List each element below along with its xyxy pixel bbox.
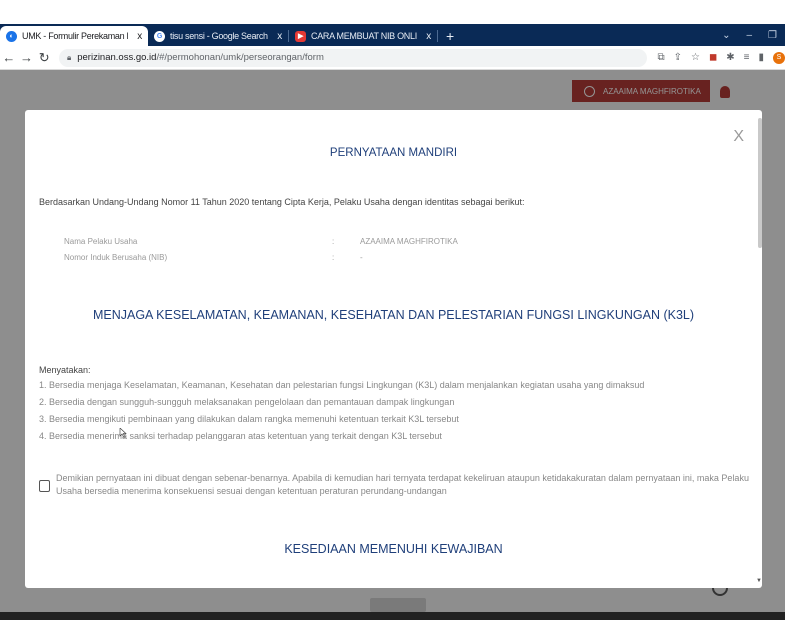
statement-item: 1. Bersedia menjaga Keselamatan, Keamana… [39, 380, 645, 390]
tab-label: tisu sensi - Google Search [170, 31, 268, 41]
section-title-k3l: MENJAGA KESELAMATAN, KEAMANAN, KESEHATAN… [92, 308, 695, 322]
background-button [370, 598, 426, 612]
identity-label: Nama Pelaku Usaha [64, 237, 138, 246]
tab-close-icon[interactable]: x [137, 31, 142, 42]
agreement-row: Demikian pernyataan ini dibuat dengan se… [39, 472, 749, 498]
identity-label: Nomor Induk Berusaha (NIB) [64, 253, 168, 262]
agreement-checkbox[interactable] [39, 480, 50, 492]
tab-search-icon[interactable]: ⌄ [722, 30, 730, 41]
identity-sep: : [332, 237, 335, 246]
top-strip [0, 0, 785, 24]
oss-favicon-icon: ◐ [6, 30, 17, 42]
intro-text: Berdasarkan Undang-Undang Nomor 11 Tahun… [39, 197, 525, 207]
reading-list-icon[interactable]: ≡ [744, 52, 750, 63]
maximize-icon[interactable]: ❐ [768, 30, 777, 41]
share-icon[interactable]: ⇪ [674, 52, 682, 63]
extensions-puzzle-icon[interactable]: ✱ [726, 52, 734, 63]
identity-value: - [360, 253, 363, 262]
statement-item: 2. Bersedia dengan sungguh-sungguh melak… [39, 397, 455, 407]
pernyataan-mandiri-modal: ▼ PERNYATAAN MANDIRI X Berdasarkan Undan… [25, 110, 762, 588]
identity-value: AZAAIMA MAGHFIROTIKA [360, 237, 458, 246]
address-bar[interactable]: 🔒︎ perizinan.oss.go.id /#/permohonan/umk… [58, 48, 648, 67]
close-icon[interactable]: X [733, 128, 744, 146]
bottom-strip [0, 612, 785, 620]
translate-icon[interactable]: ⧉ [657, 52, 664, 63]
url-path: /#/permohonan/umk/perseorangan/form [156, 52, 324, 63]
identity-row-name: Nama Pelaku Usaha : AZAAIMA MAGHFIROTIKA [64, 237, 458, 246]
forward-arrow-icon[interactable]: → [18, 50, 36, 65]
window-controls: ⌄ – ❐ [722, 30, 785, 46]
modal-scrollbar[interactable] [758, 118, 762, 248]
back-arrow-icon[interactable]: ← [0, 50, 18, 65]
identity-sep: : [332, 253, 335, 262]
lock-icon: 🔒︎ [66, 52, 72, 62]
agreement-text: Demikian pernyataan ini dibuat dengan se… [56, 473, 749, 496]
statement-item: 4. Bersedia menerima sanksi terhadap pel… [39, 431, 442, 441]
new-tab-button[interactable]: + [438, 28, 462, 46]
profile-avatar[interactable]: S [773, 51, 785, 64]
reload-icon[interactable]: ↻ [35, 50, 53, 66]
tab-google-search[interactable]: G tisu sensi - Google Search x [148, 26, 288, 46]
scroll-down-icon[interactable]: ▼ [756, 578, 762, 584]
statement-item: 3. Bersedia mengikuti pembinaan yang dil… [39, 414, 459, 424]
sidepanel-icon[interactable]: ▮ [759, 52, 765, 63]
url-host: perizinan.oss.go.id [77, 52, 157, 63]
tab-close-icon[interactable]: x [277, 31, 282, 42]
google-favicon-icon: G [154, 30, 165, 42]
declares-label: Menyatakan: [39, 365, 91, 375]
minimize-icon[interactable]: – [746, 30, 752, 41]
toolbar-icons: ⧉ ⇪ ☆ ◼ ✱ ≡ ▮ S [657, 51, 785, 64]
section-title-kewajiban: KESEDIAAN MEMENUHI KEWAJIBAN [284, 542, 503, 556]
tab-close-icon[interactable]: x [426, 31, 431, 42]
tab-umk-formulir[interactable]: ◐ UMK - Formulir Perekaman Pelaku x [0, 26, 148, 46]
browser-tab-bar: ◐ UMK - Formulir Perekaman Pelaku x G ti… [0, 24, 785, 46]
youtube-favicon-icon: ▶ [295, 30, 306, 42]
mouse-cursor-icon [119, 428, 127, 438]
tab-label: CARA MEMBUAT NIB ONLINE DI [311, 31, 417, 41]
tab-label: UMK - Formulir Perekaman Pelaku [22, 31, 128, 41]
identity-row-nib: Nomor Induk Berusaha (NIB) : - [64, 253, 363, 262]
modal-title: PERNYATAAN MANDIRI [329, 147, 458, 159]
bookmark-star-icon[interactable]: ☆ [691, 52, 700, 63]
tab-youtube-nib[interactable]: ▶ CARA MEMBUAT NIB ONLINE DI x [289, 26, 437, 46]
browser-toolbar: ← → ↻ 🔒︎ perizinan.oss.go.id /#/permohon… [0, 46, 785, 70]
extension-icon[interactable]: ◼ [709, 52, 717, 63]
